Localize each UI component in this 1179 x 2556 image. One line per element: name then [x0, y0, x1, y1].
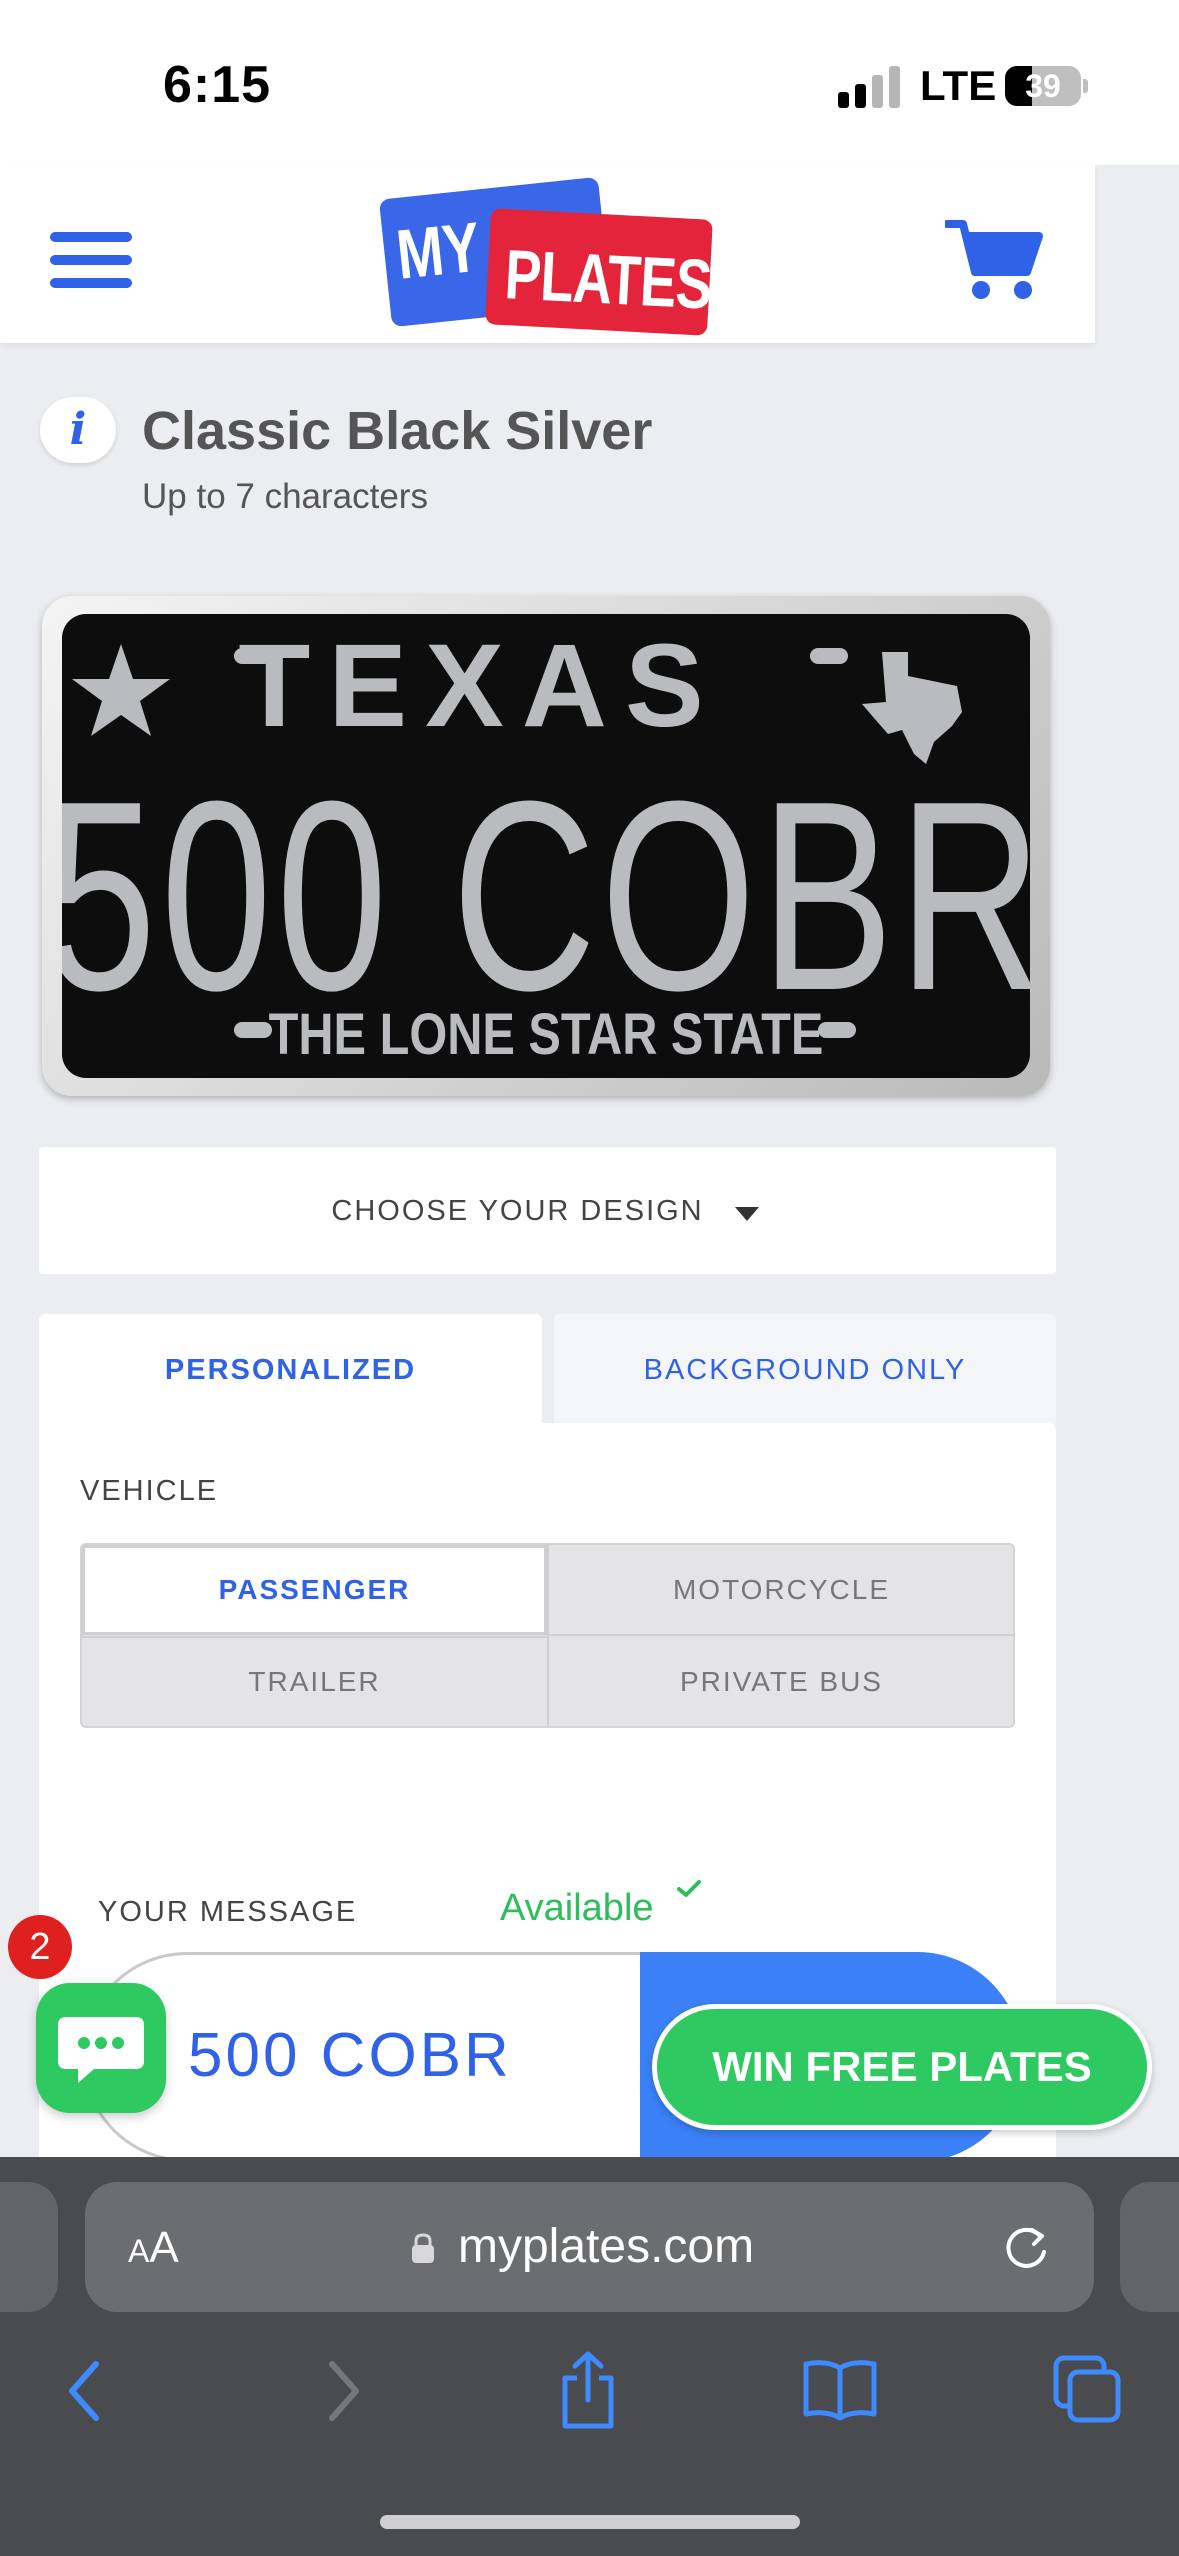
vehicle-private-bus-button[interactable]: PRIVATE BUS: [549, 1637, 1014, 1727]
next-tab-preview[interactable]: [1120, 2182, 1179, 2312]
chevron-down-icon[interactable]: [735, 1207, 759, 1221]
battery-cap: [1083, 79, 1088, 93]
vehicle-passenger-button[interactable]: PASSENGER: [82, 1545, 547, 1635]
vehicle-trailer-button[interactable]: TRAILER: [82, 1637, 547, 1727]
cart-icon[interactable]: [945, 218, 1045, 302]
battery-icon: 39: [1005, 66, 1081, 106]
logo-text-my: MY: [392, 207, 484, 294]
reload-icon[interactable]: [1000, 2222, 1052, 2274]
divider: [82, 1636, 547, 1638]
star-icon: [72, 644, 170, 736]
win-free-plates-button[interactable]: WIN FREE PLATES: [652, 2004, 1152, 2130]
notification-badge: 2: [8, 1915, 72, 1979]
plate-dash: [234, 1022, 272, 1038]
url-text: myplates.com: [458, 2220, 755, 2273]
message-label: YOUR MESSAGE: [98, 1896, 358, 1928]
tab-personalized-label: PERSONALIZED: [164, 1354, 417, 1386]
plate-dash: [818, 1022, 856, 1038]
lock-icon: [412, 2233, 434, 2263]
vehicle-motorcycle-button[interactable]: MOTORCYCLE: [549, 1545, 1014, 1635]
tabs-icon[interactable]: [1050, 2352, 1124, 2426]
tab-background-only-label: BACKGROUND ONLY: [643, 1354, 967, 1386]
availability-status: Available: [500, 1887, 654, 1929]
info-icon[interactable]: i: [40, 397, 116, 463]
bookmarks-icon[interactable]: [800, 2356, 880, 2422]
plate-title: Classic Black Silver: [142, 401, 653, 461]
check-icon: [677, 1880, 701, 1897]
vehicle-label: VEHICLE: [80, 1475, 219, 1507]
design-dropdown-text: CHOOSE YOUR DESIGN: [331, 1195, 704, 1227]
plate-number: 500 COBR: [62, 746, 1030, 1047]
chat-button[interactable]: [36, 1983, 166, 2113]
divider: [547, 1634, 1013, 1636]
plate-dash: [810, 648, 848, 664]
chat-bubble-icon: [58, 2017, 144, 2083]
previous-tab-preview[interactable]: [0, 2182, 58, 2312]
license-plate-preview: TEXAS 500 COBR THE LONE STAR STATE: [62, 620, 1030, 1067]
battery-level: 39: [1025, 68, 1061, 104]
network-type: LTE: [920, 62, 997, 109]
forward-icon[interactable]: [318, 2358, 366, 2424]
plate-tagline: THE LONE STAR STATE: [269, 1003, 824, 1067]
design-dropdown-label: CHOOSE YOUR DESIGN: [39, 1195, 1056, 1228]
plate-subtitle: Up to 7 characters: [142, 477, 428, 516]
text-size-button[interactable]: AA: [128, 2223, 179, 2273]
signal-icon: [838, 66, 900, 108]
message-input-value: 500 COBR: [188, 2021, 512, 2090]
back-icon[interactable]: [62, 2358, 110, 2424]
status-time: 6:15: [163, 56, 272, 114]
text-size-large-a: A: [149, 2223, 179, 2272]
text-size-small-a: A: [128, 2233, 150, 2269]
plate-state: TEXAS: [238, 620, 721, 752]
share-icon[interactable]: [553, 2348, 623, 2432]
home-indicator: [380, 2515, 800, 2529]
logo-text-plates: PLATES: [502, 235, 714, 324]
hamburger-icon[interactable]: [50, 232, 132, 288]
